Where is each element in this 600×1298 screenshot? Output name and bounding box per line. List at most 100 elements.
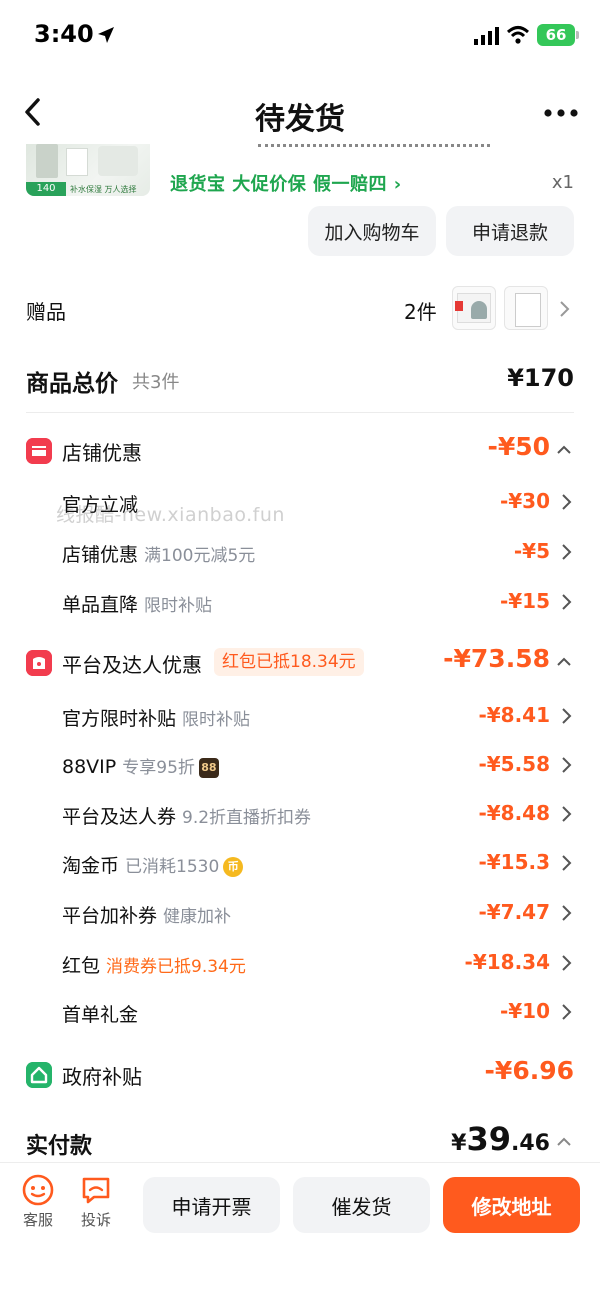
thumb-price: 140 [26, 182, 66, 196]
paid-amount-value: ¥39.46 [451, 1120, 550, 1158]
discount-item[interactable]: 平台加补券 健康加补 -¥7.47 [0, 893, 600, 933]
coin-icon: 币 [223, 857, 244, 877]
chevron-right-icon [562, 594, 572, 610]
discount-item-label: 官方立减 [62, 494, 139, 516]
paid-amount-row[interactable]: 实付款 ¥39.46 [0, 1120, 600, 1164]
guarantee-badges[interactable]: 退货宝 大促价保 假一赔四 › [170, 170, 402, 196]
chevron-up-icon[interactable] [556, 1136, 572, 1146]
customer-service-button[interactable]: 客服 [14, 1173, 62, 1230]
goods-total-count: 共3件 [132, 372, 180, 393]
chevron-right-icon [560, 301, 570, 317]
complaint-label: 投诉 [80, 1211, 111, 1229]
discount-item-label: 88VIP [62, 756, 117, 778]
goods-total-row: 商品总价 共3件 ¥170 [0, 356, 600, 406]
discount-item-value: -¥5 [513, 539, 550, 563]
paid-amount-label: 实付款 [26, 1134, 93, 1159]
chevron-right-icon [562, 905, 572, 921]
add-to-cart-button[interactable]: 加入购物车 [308, 206, 436, 256]
discount-item-note: 限时补贴 [144, 596, 213, 616]
product-thumbnail[interactable]: 140 补水保湿 万人选择 [26, 144, 150, 196]
discount-item-value: -¥8.41 [478, 703, 550, 727]
bottom-action-bar: 客服 投诉 申请开票 催发货 修改地址 [0, 1162, 600, 1298]
discount-item-note: 消费券已抵9.34元 [106, 957, 246, 977]
battery-level: 66 [545, 26, 567, 44]
paid-currency: ¥ [451, 1131, 467, 1156]
nav-bar: 待发货 [0, 80, 600, 144]
signal-icon [474, 27, 499, 45]
gift-count: 2件 [404, 300, 437, 324]
platform-discount-header[interactable]: 平台及达人优惠 红包已抵18.34元 -¥73.58 [0, 640, 600, 684]
discount-item[interactable]: 88VIP 专享95折 88 -¥5.58 [0, 745, 600, 785]
discount-item-label: 平台及达人券 [62, 806, 177, 828]
discount-item-value: -¥30 [499, 489, 550, 513]
discount-item-note: 9.2折直播折扣券 [182, 808, 312, 828]
gift-thumbnail [504, 286, 548, 330]
store-discount-value: -¥50 [487, 432, 550, 461]
discount-item-value: -¥7.47 [478, 900, 550, 924]
discount-item-value: -¥5.58 [478, 752, 550, 776]
vip-88-icon: 88 [198, 758, 219, 778]
discount-item-value: -¥8.48 [478, 801, 550, 825]
discount-item[interactable]: 官方限时补贴 限时补贴 -¥8.41 [0, 696, 600, 736]
chevron-right-icon [562, 708, 572, 724]
discount-item-note: 限时补贴 [182, 710, 251, 730]
discount-item-note: 满100元减5元 [144, 546, 256, 566]
discount-item-label: 单品直降 [62, 594, 139, 616]
discount-item-value: -¥18.34 [464, 950, 550, 974]
discount-item[interactable]: 首单礼金 -¥10 [0, 992, 600, 1032]
location-arrow-icon [98, 27, 114, 43]
request-invoice-button[interactable]: 申请开票 [143, 1177, 280, 1233]
discount-item-label: 店铺优惠 [62, 544, 139, 566]
product-actions: 加入购物车 申请退款 [0, 206, 600, 258]
wifi-icon [506, 26, 530, 44]
chevron-right-icon [562, 1004, 572, 1020]
discount-item-note: 专享95折 [122, 758, 195, 778]
change-address-button[interactable]: 修改地址 [443, 1177, 580, 1233]
discount-item-value: -¥15 [499, 589, 550, 613]
product-card[interactable]: 140 补水保湿 万人选择 退货宝 大促价保 假一赔四 › x1 [0, 144, 600, 198]
discount-item[interactable]: 淘金币 已消耗1530 币 -¥15.3 [0, 843, 600, 883]
discount-item-label: 官方限时补贴 [62, 708, 177, 730]
status-bar: 3:40 66 [0, 0, 600, 72]
chevron-right-icon [562, 544, 572, 560]
chevron-right-icon [562, 806, 572, 822]
discount-item[interactable]: 店铺优惠 满100元减5元 -¥5 [0, 532, 600, 572]
discount-item-note: 健康加补 [163, 907, 232, 927]
discount-item-label: 淘金币 [62, 855, 120, 877]
customer-service-label: 客服 [22, 1211, 53, 1229]
goods-total-label: 商品总价 [26, 371, 118, 397]
discount-item[interactable]: 单品直降 限时补贴 -¥15 [0, 582, 600, 622]
discount-item-value: -¥10 [499, 999, 550, 1023]
discount-item[interactable]: 平台及达人券 9.2折直播折扣券 -¥8.48 [0, 794, 600, 834]
goods-total-value: ¥170 [507, 364, 574, 392]
gift-thumbnail [452, 286, 496, 330]
product-quantity: x1 [551, 172, 574, 193]
discount-item-label: 红包 [62, 955, 101, 977]
paid-integer: 39 [466, 1120, 512, 1158]
battery-tip [576, 31, 579, 39]
chevron-up-icon[interactable] [556, 444, 572, 454]
gov-subsidy-value: -¥6.96 [484, 1056, 574, 1085]
discount-item[interactable]: 官方立减 -¥30 [0, 482, 600, 522]
chevron-up-icon[interactable] [556, 656, 572, 666]
discount-item-label: 首单礼金 [62, 1004, 139, 1026]
discount-item[interactable]: 红包 消费券已抵9.34元 -¥18.34 [0, 943, 600, 983]
chevron-right-icon [562, 494, 572, 510]
platform-icon [26, 650, 52, 676]
platform-discount-label: 平台及达人优惠 [62, 653, 202, 677]
chevron-right-icon [562, 757, 572, 773]
more-icon[interactable] [544, 108, 578, 118]
thumb-caption: 补水保湿 万人选择 [70, 185, 137, 194]
gov-subsidy-row: 政府补贴 -¥6.96 [0, 1052, 600, 1096]
complaint-button[interactable]: 投诉 [72, 1173, 120, 1230]
discount-item-value: -¥15.3 [478, 850, 550, 874]
status-time: 3:40 [34, 20, 94, 48]
store-discount-header[interactable]: 店铺优惠 -¥50 [0, 428, 600, 472]
request-refund-button[interactable]: 申请退款 [446, 206, 574, 256]
divider [26, 412, 574, 413]
gift-row[interactable]: 赠品 2件 [0, 284, 600, 334]
customer-service-icon [22, 1174, 54, 1206]
discount-item-label: 平台加补券 [62, 905, 158, 927]
urge-shipping-button[interactable]: 催发货 [293, 1177, 430, 1233]
platform-discount-value: -¥73.58 [443, 644, 550, 673]
